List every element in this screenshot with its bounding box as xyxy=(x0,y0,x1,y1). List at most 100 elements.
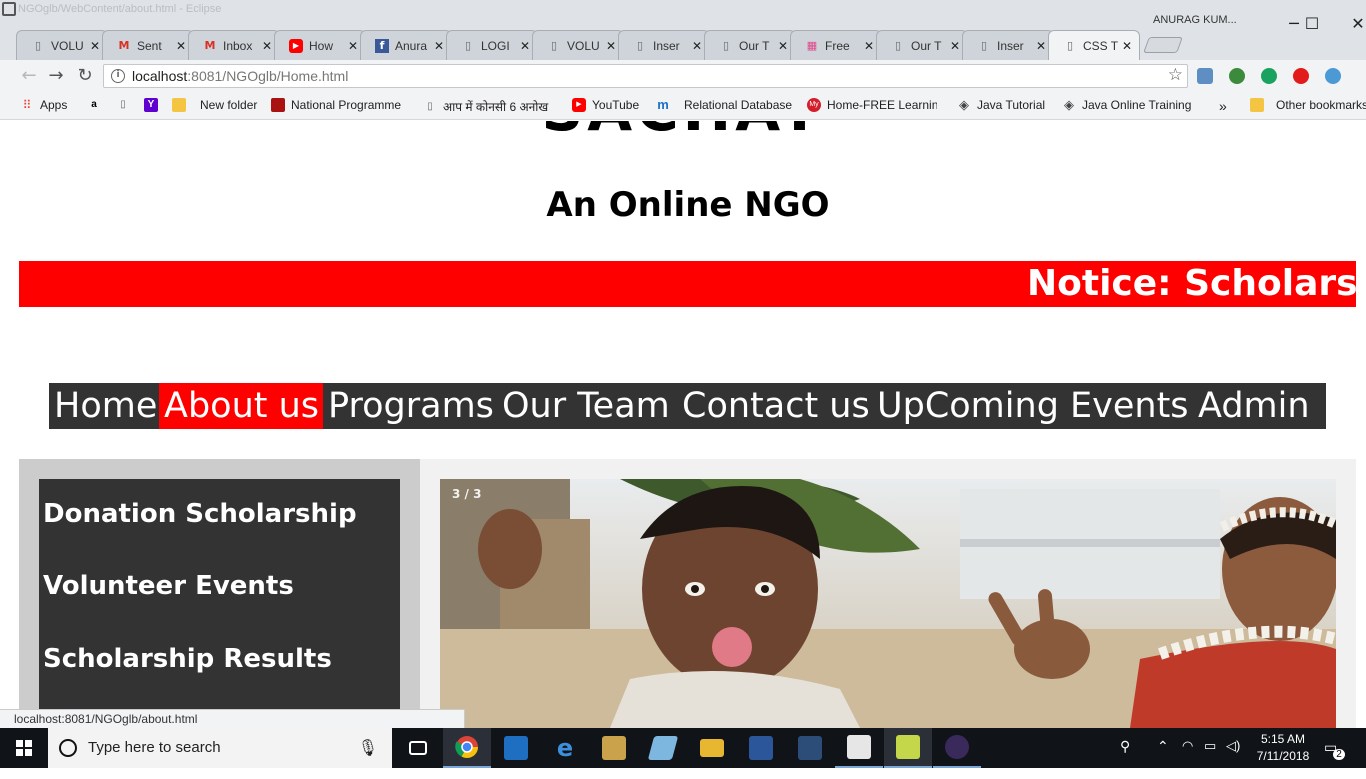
extension-icon[interactable] xyxy=(1261,68,1277,84)
bookmark-item[interactable]: ▶ YouTube xyxy=(572,98,639,112)
taskbar-eclipse[interactable] xyxy=(933,728,981,768)
tab[interactable]: ▦ Free ✕ xyxy=(790,30,882,60)
nav-upcoming-events[interactable]: UpComing Events xyxy=(872,383,1193,429)
close-tab-icon[interactable]: ✕ xyxy=(89,39,101,53)
page-icon: ▯ xyxy=(120,99,126,110)
bookmark-item[interactable]: ▯ आप में कोनसी 6 अनोख xyxy=(423,98,553,115)
bookmark-label: Other bookmarks xyxy=(1276,98,1366,112)
tab[interactable]: M Sent ✕ xyxy=(102,30,194,60)
show-hidden-icons[interactable]: ⌃ xyxy=(1157,738,1169,778)
tab[interactable]: ▯ LOGI ✕ xyxy=(446,30,538,60)
tab[interactable]: ▯ Our T ✕ xyxy=(876,30,968,60)
tab[interactable]: ▯ VOLU ✕ xyxy=(532,30,624,60)
new-tab-button[interactable] xyxy=(1143,37,1183,53)
bookmark-apps[interactable]: ⠿ Apps xyxy=(20,98,68,112)
taskbar-photos[interactable] xyxy=(835,728,883,768)
tab[interactable]: f Anura ✕ xyxy=(360,30,452,60)
bookmark-folder[interactable]: New folder xyxy=(172,98,257,112)
close-tab-icon[interactable]: ✕ xyxy=(863,39,875,53)
extension-icon[interactable] xyxy=(1197,68,1213,84)
opera-icon[interactable] xyxy=(1293,68,1309,84)
battery-icon[interactable]: ▭ xyxy=(1204,738,1216,778)
eclipse-icon xyxy=(2,2,16,16)
task-view-button[interactable] xyxy=(394,728,442,768)
bookmark-item[interactable]: My Home-FREE Learning xyxy=(807,98,937,112)
volume-icon[interactable]: ◁) xyxy=(1226,738,1240,778)
my-icon: My xyxy=(807,98,821,112)
maximize-button[interactable]: ☐ xyxy=(1292,10,1332,38)
back-button[interactable]: ← xyxy=(19,66,39,86)
close-tab-icon[interactable]: ✕ xyxy=(519,39,531,53)
close-tab-icon[interactable]: ✕ xyxy=(347,39,359,53)
close-tab-icon[interactable]: ✕ xyxy=(261,39,273,53)
tab[interactable]: ▶ How ✕ xyxy=(274,30,366,60)
people-icon[interactable]: ⚲ xyxy=(1120,738,1130,778)
nav-contact-us[interactable]: Contact us xyxy=(677,383,872,429)
tab[interactable]: ▯ Our T ✕ xyxy=(704,30,796,60)
tab-active[interactable]: ▯ CSS T ✕ xyxy=(1048,30,1140,60)
windows-taskbar: Type here to search 🎙 e ⚲ ⌃ ◠ ▭ ◁) 5:15 … xyxy=(0,728,1366,768)
extension-icon[interactable] xyxy=(1325,68,1341,84)
microphone-icon[interactable]: 🎙 xyxy=(358,738,378,757)
tab[interactable]: ▯ Inser ✕ xyxy=(618,30,710,60)
taskbar-app[interactable] xyxy=(884,728,932,768)
sidebar-link-scholarship-results[interactable]: Scholarship Results xyxy=(43,644,332,674)
sidebar-link-volunteer-events[interactable]: Volunteer Events xyxy=(43,571,294,601)
taskbar-file-explorer[interactable] xyxy=(688,728,736,768)
address-bar[interactable]: i localhost:8081/NGOglb/Home.html ☆ xyxy=(103,64,1188,88)
nav-about-us[interactable]: About us xyxy=(159,383,323,429)
bookmark-amazon[interactable]: a xyxy=(87,98,107,112)
bookmark-item[interactable]: m Relational Database xyxy=(656,98,792,113)
close-tab-icon[interactable]: ✕ xyxy=(949,39,961,53)
taskbar-chrome[interactable] xyxy=(443,728,491,768)
page-icon: ▯ xyxy=(427,100,433,112)
nav-home[interactable]: Home xyxy=(49,383,159,429)
tab-title: Our T xyxy=(739,38,770,53)
reload-button[interactable]: ↻ xyxy=(75,66,95,86)
url-text[interactable]: localhost:8081/NGOglb/Home.html xyxy=(132,68,348,84)
close-tab-icon[interactable]: ✕ xyxy=(433,39,445,53)
taskbar-word[interactable] xyxy=(737,728,785,768)
close-tab-icon[interactable]: ✕ xyxy=(691,39,703,53)
taskbar-edge[interactable]: e xyxy=(541,728,589,768)
bookmark-label: New folder xyxy=(200,98,258,112)
bookmark-page[interactable]: ▯ xyxy=(116,98,136,112)
tab[interactable]: ▯ VOLU ✕ xyxy=(16,30,108,60)
taskbar-search[interactable]: Type here to search 🎙 xyxy=(48,728,392,768)
bookmarks-overflow-button[interactable]: » xyxy=(1219,98,1227,114)
bookmark-item[interactable]: National Programme xyxy=(271,98,401,112)
bookmark-yahoo[interactable]: Y xyxy=(144,98,164,112)
tab[interactable]: ▯ Inser ✕ xyxy=(962,30,1054,60)
system-clock[interactable]: 5:15 AM 7/11/2018 xyxy=(1248,731,1318,765)
bookmark-item[interactable]: ◈ Java Tutorial xyxy=(957,98,1045,113)
sidebar-link-donation-scholarship[interactable]: Donation Scholarship xyxy=(43,499,357,529)
slideshow[interactable]: 3 / 3 xyxy=(440,479,1336,728)
bookmark-star-icon[interactable]: ☆ xyxy=(1168,65,1183,85)
start-button[interactable] xyxy=(0,728,48,768)
taskbar-app[interactable] xyxy=(492,728,540,768)
forward-button[interactable]: → xyxy=(46,66,66,86)
close-tab-icon[interactable]: ✕ xyxy=(605,39,617,53)
action-center-button[interactable]: ▭2 xyxy=(1324,739,1349,779)
close-tab-icon[interactable]: ✕ xyxy=(777,39,789,53)
nav-admin[interactable]: Admin xyxy=(1193,383,1326,429)
bookmark-other[interactable]: Other bookmarks xyxy=(1250,98,1366,112)
profile-name[interactable]: ANURAG KUM... xyxy=(1153,14,1237,26)
tab[interactable]: M Inbox ✕ xyxy=(188,30,280,60)
nav-our-team[interactable]: Our Team xyxy=(497,383,677,429)
wifi-icon[interactable]: ◠ xyxy=(1182,738,1193,778)
taskbar-app[interactable] xyxy=(590,728,638,768)
taskbar-app[interactable] xyxy=(639,728,687,768)
nav-programs[interactable]: Programs xyxy=(323,383,497,429)
extension-icon[interactable] xyxy=(1229,68,1245,84)
page-icon: ▯ xyxy=(894,38,902,52)
info-icon[interactable]: i xyxy=(111,69,125,83)
close-tab-icon[interactable]: ✕ xyxy=(175,39,187,53)
close-tab-icon[interactable]: ✕ xyxy=(1121,39,1133,53)
bookmark-item[interactable]: ◈ Java Online Training xyxy=(1062,98,1191,113)
menu-icon[interactable]: ⋮ xyxy=(1360,68,1366,84)
site-logo-text: SACHAY xyxy=(0,121,1366,144)
close-window-button[interactable]: ✕ xyxy=(1338,10,1366,38)
close-tab-icon[interactable]: ✕ xyxy=(1035,39,1047,53)
taskbar-app[interactable] xyxy=(786,728,834,768)
